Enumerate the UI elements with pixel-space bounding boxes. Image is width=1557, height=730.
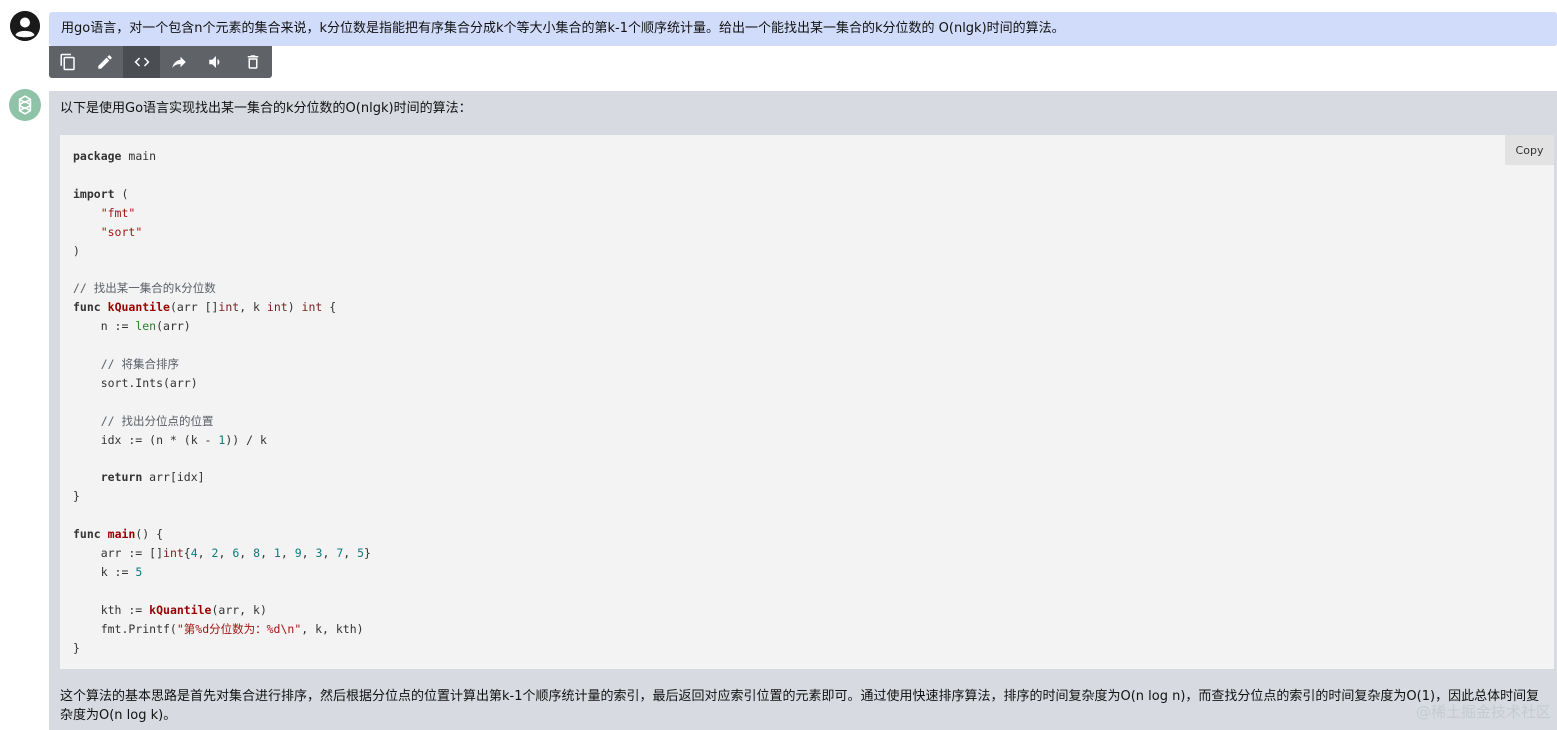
assistant-avatar <box>9 89 41 121</box>
code-line: ) <box>73 243 80 258</box>
delete-button[interactable] <box>234 46 271 78</box>
code-view-button[interactable] <box>123 46 160 78</box>
code-line: "sort" <box>100 224 143 239</box>
assistant-summary: 这个算法的基本思路是首先对集合进行排序，然后根据分位点的位置计算出第k-1个顺序… <box>60 689 1540 723</box>
trash-icon <box>247 55 258 69</box>
code-line: arr := []int{4, 2, 6, 8, 1, 9, 3, 7, 5} <box>73 546 371 561</box>
code-line: return arr[idx] <box>100 470 205 485</box>
user-icon <box>10 11 40 41</box>
code-line: } <box>73 489 80 504</box>
assistant-intro: 以下是使用Go语言实现找出某一集合的k分位数的O(nlgk)时间的算法： <box>60 101 472 116</box>
code-line: // 找出某一集合的k分位数 <box>73 281 216 296</box>
code-line: } <box>73 640 80 655</box>
code-line: "fmt" <box>100 205 136 220</box>
code-line: func kQuantile(arr []int, k int) int { <box>73 300 337 315</box>
code-line: k := 5 <box>73 564 143 579</box>
code-line: kth := kQuantile(arr, k) <box>73 602 267 617</box>
user-avatar <box>10 11 40 41</box>
code-line: package main <box>73 149 157 163</box>
code-line: n := len(arr) <box>73 319 191 334</box>
watermark: @稀土掘金技术社区 <box>1415 703 1551 721</box>
copy-icon <box>60 53 75 71</box>
edit-button[interactable] <box>86 46 123 78</box>
openai-logo-icon <box>18 95 32 115</box>
copy-button[interactable] <box>49 46 86 78</box>
code-content: package main import ( "fmt" "sort" ) // … <box>73 147 371 657</box>
speak-button[interactable] <box>197 46 234 78</box>
code-line: // 找出分位点的位置 <box>73 413 214 428</box>
code-line: // 将集合排序 <box>73 356 179 371</box>
edit-icon <box>97 55 112 69</box>
assistant-message: 以下是使用Go语言实现找出某一集合的k分位数的O(nlgk)时间的算法： Cop… <box>49 91 1557 730</box>
user-message-text: 用go语言，对一个包含n个元素的集合来说，k分位数是指能把有序集合分成k个等大小… <box>61 21 1065 36</box>
code-block: Copy package main import ( "fmt" "sort" … <box>60 135 1554 669</box>
share-icon <box>171 56 186 68</box>
code-line: func main() { <box>73 527 164 542</box>
code-line: idx := (n * (k - 1)) / k <box>73 432 267 447</box>
message-toolbar <box>49 46 272 78</box>
code-line: fmt.Printf("第%d分位数为：%d\n", k, kth) <box>73 621 364 636</box>
share-button[interactable] <box>160 46 197 78</box>
code-line: import ( <box>73 186 129 201</box>
code-line: sort.Ints(arr) <box>73 375 198 390</box>
user-message: 用go语言，对一个包含n个元素的集合来说，k分位数是指能把有序集合分成k个等大小… <box>49 12 1557 46</box>
copy-code-button[interactable]: Copy <box>1505 135 1554 165</box>
code-icon <box>134 57 149 67</box>
speaker-icon <box>208 56 219 68</box>
